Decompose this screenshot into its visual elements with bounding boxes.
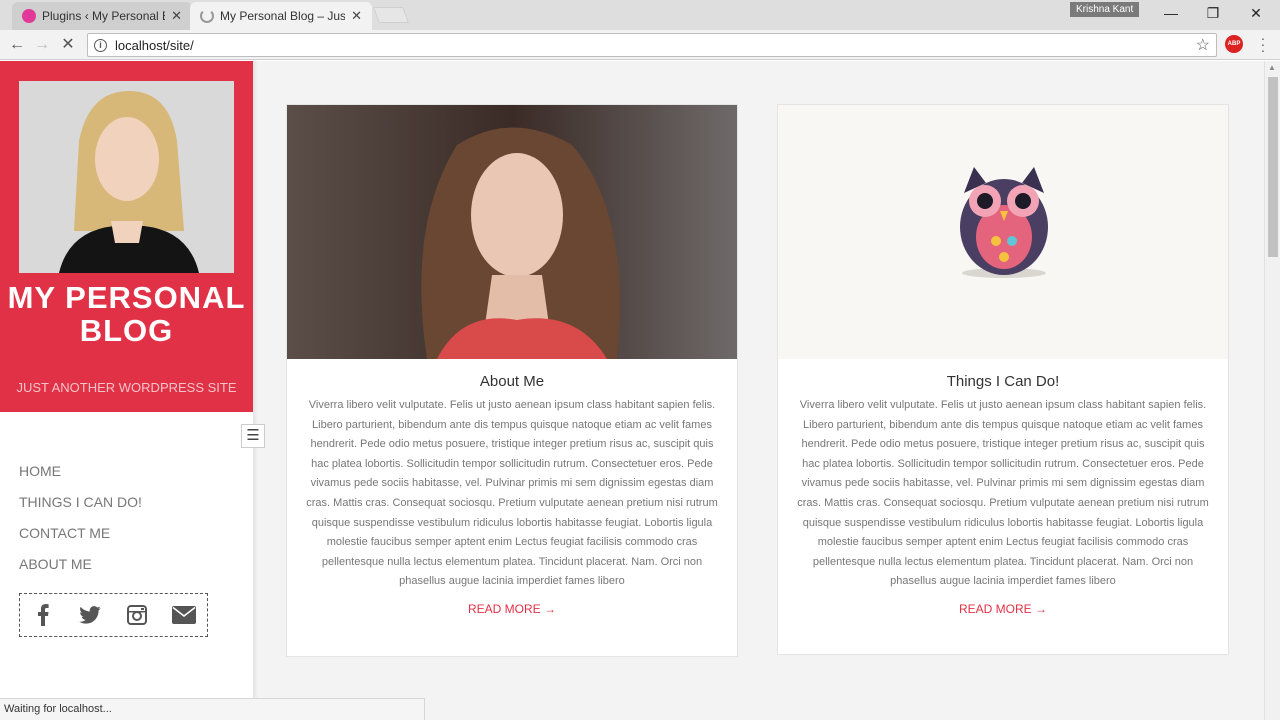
bookmark-star-icon[interactable]: ☆	[1196, 35, 1210, 55]
info-icon[interactable]: i	[94, 38, 107, 52]
close-icon[interactable]: ✕	[171, 8, 182, 24]
site-title[interactable]: MY PERSONAL BLOG	[0, 281, 253, 347]
nav-item-things-i-can-do[interactable]: THINGS I CAN DO!	[19, 490, 142, 521]
menu-toggle-button[interactable]: ☰	[241, 424, 265, 448]
nav-item-about-me[interactable]: ABOUT ME	[19, 552, 142, 583]
social-links	[19, 593, 208, 637]
post-image-owl[interactable]	[778, 105, 1228, 359]
brand-header: MY PERSONAL BLOG JUST ANOTHER WORDPRESS …	[0, 61, 253, 412]
back-icon[interactable]: ←	[8, 36, 26, 54]
page-viewport: MY PERSONAL BLOG JUST ANOTHER WORDPRESS …	[0, 61, 1280, 720]
post-card-things-i-can-do: Things I Can Do! Viverra libero velit vu…	[777, 104, 1229, 655]
browser-menu-icon[interactable]: · · ·	[1257, 31, 1269, 57]
main-nav: HOME THINGS I CAN DO! CONTACT ME ABOUT M…	[19, 459, 142, 583]
post-title[interactable]: Things I Can Do!	[778, 373, 1228, 390]
nav-item-home[interactable]: HOME	[19, 459, 142, 490]
minimize-icon[interactable]: —	[1157, 4, 1185, 22]
stop-icon[interactable]: ✕	[59, 36, 77, 54]
instagram-icon[interactable]	[125, 603, 149, 627]
post-title[interactable]: About Me	[287, 373, 737, 390]
twitter-icon[interactable]	[78, 603, 102, 627]
browser-toolbar: ← → ✕ i localhost/site/ ☆ ABP · · ·	[0, 30, 1280, 60]
tab-strip: Plugins ‹ My Personal Blo ✕ My Personal …	[0, 0, 1280, 30]
address-bar[interactable]: i localhost/site/ ☆	[87, 33, 1217, 57]
adblock-icon[interactable]: ABP	[1225, 35, 1243, 53]
site-description: JUST ANOTHER WORDPRESS SITE	[16, 380, 237, 395]
scroll-up-arrow-icon[interactable]: ▲	[1268, 63, 1276, 72]
tab-plugins[interactable]: Plugins ‹ My Personal Blo ✕	[12, 2, 192, 30]
avatar	[19, 81, 234, 273]
profile-badge[interactable]: Krishna Kant	[1070, 2, 1140, 17]
read-more-link[interactable]: READ MORE →	[778, 602, 1228, 616]
window-close-icon[interactable]: ✕	[1242, 4, 1270, 22]
post-image-woman[interactable]	[287, 105, 737, 359]
tab-blog[interactable]: My Personal Blog – Just a ✕	[190, 2, 372, 30]
restore-icon[interactable]: ❐	[1199, 4, 1227, 22]
page-scrollbar[interactable]: ▲	[1264, 61, 1280, 720]
tab-label: My Personal Blog – Just a	[220, 9, 346, 23]
close-icon[interactable]: ✕	[351, 8, 362, 24]
facebook-icon[interactable]	[31, 603, 55, 627]
plugins-favicon	[22, 9, 36, 23]
loading-spinner-icon	[200, 9, 214, 23]
read-more-link[interactable]: READ MORE →	[287, 602, 737, 616]
tab-label: Plugins ‹ My Personal Blo	[42, 9, 165, 23]
new-tab-button[interactable]	[373, 7, 409, 23]
forward-icon[interactable]: →	[33, 36, 51, 54]
scrollbar-thumb[interactable]	[1268, 77, 1278, 257]
sidebar: MY PERSONAL BLOG JUST ANOTHER WORDPRESS …	[0, 61, 253, 720]
url-text[interactable]: localhost/site/	[115, 38, 194, 53]
post-excerpt: Viverra libero velit vulputate. Felis ut…	[797, 399, 1209, 588]
post-excerpt: Viverra libero velit vulputate. Felis ut…	[306, 399, 718, 588]
envelope-icon[interactable]	[171, 603, 196, 627]
nav-item-contact-me[interactable]: CONTACT ME	[19, 521, 142, 552]
post-card-about-me: About Me Viverra libero velit vulputate.…	[286, 104, 738, 657]
status-bubble: Waiting for localhost...	[0, 698, 425, 720]
